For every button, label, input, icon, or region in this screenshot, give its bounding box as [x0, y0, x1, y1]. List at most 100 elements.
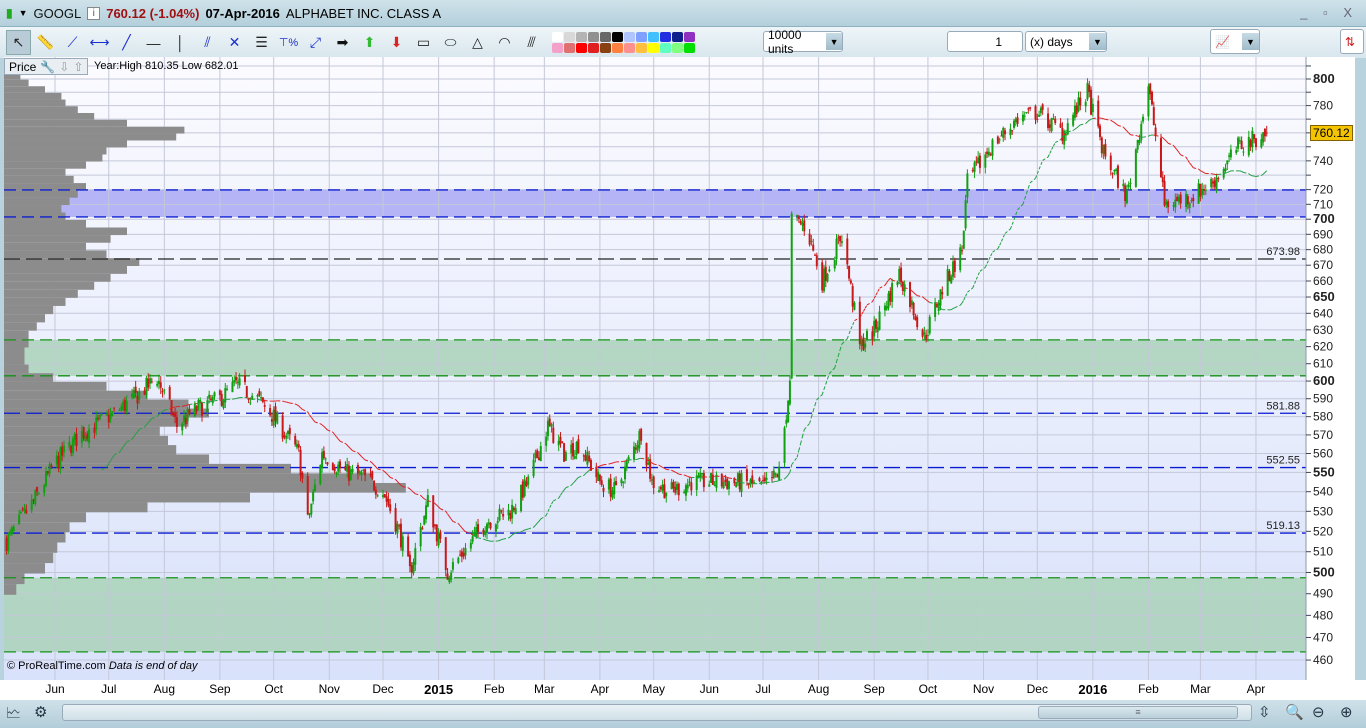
- parallel-lines-icon[interactable]: ⫻: [519, 30, 544, 55]
- chart-settings-icon[interactable]: 🗠: [6, 703, 21, 728]
- horizontal-line-icon[interactable]: —: [141, 30, 166, 55]
- zoom-out-icon[interactable]: ⊖: [1312, 703, 1325, 721]
- candle-body: [959, 247, 962, 271]
- symbol[interactable]: GOOGL: [34, 6, 82, 21]
- move-down-icon[interactable]: ⇩: [59, 60, 69, 74]
- zoom-in-icon[interactable]: ⊕: [1340, 703, 1353, 721]
- scrollbar-thumb[interactable]: ≡: [1038, 706, 1238, 719]
- moving-average-segment: [777, 480, 780, 482]
- volume-profile-bar: [4, 289, 78, 298]
- indicators-button[interactable]: 📈 ▼: [1210, 29, 1260, 54]
- units-value: 10000 units: [768, 27, 802, 56]
- segment-tool-icon[interactable]: ⟋: [60, 30, 85, 55]
- moving-average-segment: [282, 400, 285, 403]
- pointer-tool-icon[interactable]: ↖: [6, 30, 31, 55]
- chevron-down-icon[interactable]: ▼: [1089, 33, 1106, 50]
- x-tick-label: Sep: [863, 682, 885, 696]
- y-tick-label: 530: [1313, 504, 1333, 518]
- arrow-down-icon[interactable]: ⬇: [384, 30, 409, 55]
- candlestick-icon[interactable]: ▮: [6, 6, 13, 20]
- volume-profile-bar: [4, 133, 177, 141]
- data-note: Data is end of day: [108, 660, 198, 672]
- trading-panel-toggle[interactable]: ⇅: [1340, 29, 1364, 54]
- color-swatch[interactable]: [684, 31, 695, 42]
- candle-body: [358, 471, 361, 474]
- candle-body: [898, 268, 901, 282]
- color-swatch[interactable]: [552, 31, 563, 42]
- candle-body: [914, 316, 917, 321]
- horizontal-segment-icon[interactable]: ⟷: [87, 30, 112, 55]
- chevron-down-icon[interactable]: ▼: [1242, 33, 1259, 50]
- candle-body: [163, 389, 166, 391]
- fibonacci-tool-icon[interactable]: ☰: [249, 30, 274, 55]
- y-tick-label: 710: [1313, 197, 1333, 211]
- candle-body: [450, 572, 453, 580]
- period-input[interactable]: 1: [947, 31, 1023, 52]
- candle-body: [156, 383, 159, 386]
- triangle-tool-icon[interactable]: △: [465, 30, 490, 55]
- color-swatch[interactable]: [564, 31, 575, 42]
- color-swatch[interactable]: [624, 31, 635, 42]
- chart-panel[interactable]: 673.98 581.88 552.55 519.13 800 780 740 720 710 7…: [4, 57, 1356, 680]
- candle-body: [61, 446, 64, 456]
- color-swatch[interactable]: [636, 31, 647, 42]
- color-swatch[interactable]: [660, 42, 671, 53]
- color-swatch[interactable]: [648, 42, 659, 53]
- color-swatch[interactable]: [600, 42, 611, 53]
- info-icon[interactable]: i: [87, 6, 101, 20]
- arc-tool-icon[interactable]: ◠: [492, 30, 517, 55]
- units-select[interactable]: 10000 units ▼: [763, 28, 843, 56]
- wrench-icon[interactable]: 🔧: [40, 60, 55, 74]
- color-swatch[interactable]: [672, 31, 683, 42]
- color-swatch[interactable]: [612, 31, 623, 42]
- candle-body: [412, 561, 415, 574]
- color-swatch[interactable]: [624, 42, 635, 53]
- candle-body: [661, 484, 664, 491]
- candle-body: [93, 427, 96, 433]
- ruler-tool-icon[interactable]: 📏: [33, 30, 58, 55]
- color-swatch[interactable]: [672, 42, 683, 53]
- candle-body: [600, 480, 603, 486]
- candle-body: [462, 552, 465, 557]
- ellipse-tool-icon[interactable]: ⬭: [438, 30, 463, 55]
- candle-body: [984, 154, 987, 168]
- chart-type-icon[interactable]: ⚙: [34, 703, 47, 721]
- candle-body: [1061, 127, 1064, 142]
- period-unit-select[interactable]: (x) days ▼: [1025, 31, 1107, 52]
- candle-body: [1072, 114, 1075, 126]
- arrow-up-icon[interactable]: ⬆: [357, 30, 382, 55]
- color-swatch[interactable]: [600, 31, 611, 42]
- fan-tool-icon[interactable]: ✕: [222, 30, 247, 55]
- move-up-icon[interactable]: ⇧: [73, 60, 83, 74]
- percent-tool-icon[interactable]: ⊤%: [276, 30, 301, 55]
- expand-tool-icon[interactable]: ⤢: [303, 30, 328, 55]
- candle-body: [272, 409, 275, 426]
- dropdown-arrow-icon[interactable]: ▼: [19, 8, 28, 18]
- candle-body: [1064, 134, 1067, 136]
- color-swatch[interactable]: [588, 42, 599, 53]
- moving-average-segment: [235, 397, 238, 400]
- autoscale-icon[interactable]: ⇳: [1258, 703, 1271, 721]
- rectangle-tool-icon[interactable]: ▭: [411, 30, 436, 55]
- candle-body: [1235, 150, 1238, 154]
- color-swatch[interactable]: [576, 42, 587, 53]
- color-swatch[interactable]: [576, 31, 587, 42]
- color-swatch[interactable]: [552, 42, 563, 53]
- price-chart[interactable]: 673.98581.88552.55519.138007807407207107…: [4, 57, 1356, 680]
- zoom-fit-icon[interactable]: 🔍: [1285, 703, 1304, 721]
- line-tool-icon[interactable]: ╱: [114, 30, 139, 55]
- channel-tool-icon[interactable]: ⫽: [195, 30, 220, 55]
- candle-body: [753, 482, 756, 484]
- vertical-line-icon[interactable]: │: [168, 30, 193, 55]
- horizontal-scrollbar[interactable]: ≡: [62, 704, 1252, 721]
- color-swatch[interactable]: [564, 42, 575, 53]
- color-swatch[interactable]: [636, 42, 647, 53]
- color-swatch[interactable]: [660, 31, 671, 42]
- chevron-down-icon[interactable]: ▼: [826, 33, 842, 50]
- color-swatch[interactable]: [648, 31, 659, 42]
- window-controls[interactable]: _ ▫ X: [1300, 5, 1358, 20]
- color-swatch[interactable]: [588, 31, 599, 42]
- arrow-right-icon[interactable]: ➡: [330, 30, 355, 55]
- color-swatch[interactable]: [684, 42, 695, 53]
- color-swatch[interactable]: [612, 42, 623, 53]
